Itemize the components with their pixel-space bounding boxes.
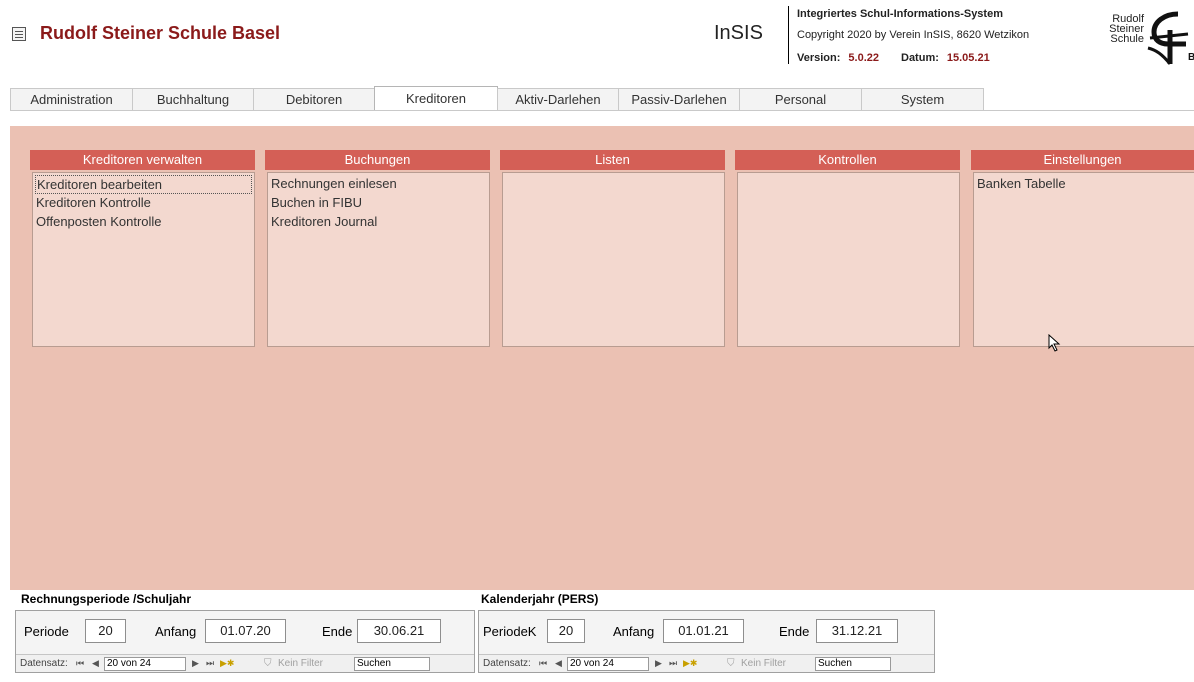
periode-label: Periode	[24, 624, 69, 639]
menu-item-offenposten-kontrolle[interactable]: Offenposten Kontrolle	[35, 213, 252, 232]
group-kontrollen: Kontrollen	[735, 150, 960, 347]
next-record-icon[interactable]: ▶	[655, 658, 662, 669]
group-kreditoren-verwalten: Kreditoren verwalten Kreditoren bearbeit…	[30, 150, 255, 347]
ende-field[interactable]: 31.12.21	[816, 619, 898, 643]
school-logo: Rudolf Steiner Schule B	[1109, 10, 1194, 68]
group-list[interactable]: Banken Tabelle	[973, 172, 1194, 347]
subform-schuljahr: Periode 20 Anfang 01.07.20 Ende 30.06.21…	[15, 610, 475, 673]
subform-kalenderjahr: PeriodeK 20 Anfang 01.01.21 Ende 31.12.2…	[478, 610, 935, 673]
group-list[interactable]	[737, 172, 960, 347]
menu-item-kreditoren-journal[interactable]: Kreditoren Journal	[270, 213, 487, 232]
date-label: Datum:	[901, 52, 939, 64]
logo-line3: Schule	[1110, 33, 1144, 45]
copyright-text: Copyright 2020 by Verein InSIS, 8620 Wet…	[797, 29, 1030, 41]
menu-item-kreditoren-bearbeiten[interactable]: Kreditoren bearbeiten	[35, 175, 252, 194]
no-filter-label[interactable]: Kein Filter	[278, 658, 323, 669]
record-label: Datensatz:	[483, 658, 531, 669]
group-einstellungen: Einstellungen Banken Tabelle	[971, 150, 1194, 347]
tab-passiv-darlehen[interactable]: Passiv-Darlehen	[618, 88, 740, 111]
logo-letter: B	[1188, 52, 1194, 63]
next-record-icon[interactable]: ▶	[192, 658, 199, 669]
info-title: Integriertes Schul-Informations-System	[797, 8, 1003, 20]
mouse-cursor-icon	[1048, 334, 1061, 352]
tab-system[interactable]: System	[861, 88, 984, 111]
version-label: Version:	[797, 52, 841, 64]
filter-icon: ⛉	[264, 658, 272, 669]
record-navigator: Datensatz: ⏮ ◀ 20 von 24 ▶ ⏭ ▶✱ ⛉ Kein F…	[479, 654, 934, 672]
no-filter-label[interactable]: Kein Filter	[741, 658, 786, 669]
tab-aktiv-darlehen[interactable]: Aktiv-Darlehen	[497, 88, 619, 111]
record-counter-field[interactable]: 20 von 24	[104, 657, 186, 671]
date-value: 15.05.21	[946, 52, 990, 64]
tab-bar: Administration Buchhaltung Debitoren Kre…	[10, 86, 984, 111]
tab-kreditoren[interactable]: Kreditoren	[374, 86, 498, 111]
prev-record-icon[interactable]: ◀	[92, 658, 99, 669]
logo-mark-icon	[1147, 11, 1189, 65]
menu-item-buchen-in-fibu[interactable]: Buchen in FIBU	[270, 194, 487, 213]
first-record-icon[interactable]: ⏮	[539, 658, 547, 669]
periode-field[interactable]: 20	[85, 619, 126, 643]
anfang-label: Anfang	[613, 624, 655, 639]
menu-item-rechnungen-einlesen[interactable]: Rechnungen einlesen	[270, 175, 487, 194]
group-listen: Listen	[500, 150, 725, 347]
group-list[interactable]: Rechnungen einlesen Buchen in FIBU Kredi…	[267, 172, 490, 347]
group-list[interactable]: Kreditoren bearbeiten Kreditoren Kontrol…	[32, 172, 255, 347]
menu-item-banken-tabelle[interactable]: Banken Tabelle	[976, 175, 1192, 194]
group-header: Einstellungen	[971, 150, 1194, 170]
search-field[interactable]: Suchen	[815, 657, 891, 671]
form-icon	[12, 27, 26, 41]
search-field[interactable]: Suchen	[354, 657, 430, 671]
new-record-icon[interactable]: ▶✱	[683, 658, 697, 669]
section-label-kalenderjahr: Kalenderjahr (PERS)	[481, 592, 599, 606]
record-navigator: Datensatz: ⏮ ◀ 20 von 24 ▶ ⏭ ▶✱ ⛉ Kein F…	[16, 654, 474, 672]
tab-personal[interactable]: Personal	[739, 88, 862, 111]
record-label: Datensatz:	[20, 658, 68, 669]
anfang-field[interactable]: 01.01.21	[663, 619, 744, 643]
record-counter-field[interactable]: 20 von 24	[567, 657, 649, 671]
group-header: Buchungen	[265, 150, 490, 170]
group-header: Kreditoren verwalten	[30, 150, 255, 170]
school-title: Rudolf Steiner Schule Basel	[40, 23, 281, 43]
tab-baseline	[10, 110, 1194, 111]
kreditoren-panel: Kreditoren verwalten Kreditoren bearbeit…	[10, 126, 1194, 590]
last-record-icon[interactable]: ⏭	[206, 658, 214, 669]
ende-label: Ende	[322, 624, 353, 639]
periodek-field[interactable]: 20	[547, 619, 585, 643]
ende-field[interactable]: 30.06.21	[357, 619, 441, 643]
menu-item-kreditoren-kontrolle[interactable]: Kreditoren Kontrolle	[35, 194, 252, 213]
section-label-schuljahr: Rechnungsperiode /Schuljahr	[21, 592, 192, 606]
ende-label: Ende	[779, 624, 810, 639]
tab-debitoren[interactable]: Debitoren	[253, 88, 375, 111]
tab-buchhaltung[interactable]: Buchhaltung	[132, 88, 254, 111]
group-header: Kontrollen	[735, 150, 960, 170]
app-name: InSIS	[714, 22, 763, 44]
anfang-label: Anfang	[155, 624, 197, 639]
header-divider	[788, 6, 789, 64]
version-value: 5.0.22	[848, 52, 879, 64]
prev-record-icon[interactable]: ◀	[555, 658, 562, 669]
filter-icon: ⛉	[727, 658, 735, 669]
first-record-icon[interactable]: ⏮	[76, 658, 84, 669]
group-buchungen: Buchungen Rechnungen einlesen Buchen in …	[265, 150, 490, 347]
group-list[interactable]	[502, 172, 725, 347]
tab-administration[interactable]: Administration	[10, 88, 133, 111]
version-info: Version: 5.0.22 Datum: 15.05.21	[797, 52, 990, 64]
new-record-icon[interactable]: ▶✱	[220, 658, 234, 669]
periodek-label: PeriodeK	[483, 624, 537, 639]
anfang-field[interactable]: 01.07.20	[205, 619, 286, 643]
group-header: Listen	[500, 150, 725, 170]
last-record-icon[interactable]: ⏭	[669, 658, 677, 669]
